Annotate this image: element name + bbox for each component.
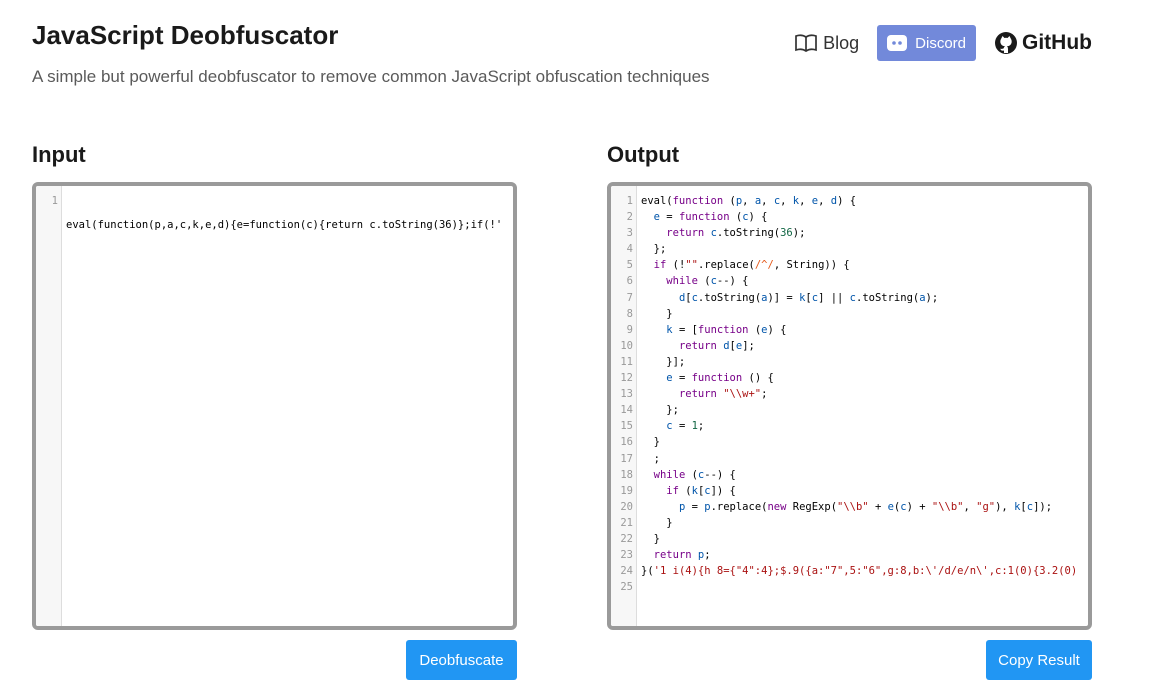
github-icon xyxy=(995,32,1018,54)
output-gutter: 1 2 3 4 5 6 7 8 9 10 11 12 13 14 15 16 17 18 19 20 21 22 23 24 2… xyxy=(611,186,637,626)
page-subtitle: A simple but powerful deobfuscator to re… xyxy=(32,67,710,86)
discord-icon xyxy=(887,35,908,51)
github-label: GitHub xyxy=(1022,31,1092,54)
line-number: 2 xyxy=(626,211,633,224)
line-number: 8 xyxy=(626,307,633,320)
line-number: 25 xyxy=(620,581,633,594)
line-number: 1 xyxy=(51,195,58,207)
output-code-line: } xyxy=(641,516,673,529)
line-number: 15 xyxy=(620,420,633,433)
line-number: 3 xyxy=(626,227,633,240)
line-number: 22 xyxy=(620,532,633,545)
output-editor[interactable]: 1 2 3 4 5 6 7 8 9 10 11 12 13 14 15 16 17 18 19 20 21 22 23 24 2… xyxy=(607,182,1092,630)
output-code-line: if (k[c]) { xyxy=(666,484,736,497)
input-gutter: 1 xyxy=(36,186,62,626)
line-number: 14 xyxy=(620,404,633,417)
output-code-line: ; xyxy=(641,452,660,465)
line-number: 21 xyxy=(620,516,633,529)
output-code-line: while (c--) { xyxy=(666,275,749,288)
line-number: 6 xyxy=(626,275,633,288)
output-code-line: } xyxy=(641,532,660,545)
output-code-line: }('1 i(4){h 8={"4":4};$.9({a:"7",5:"6",g… xyxy=(641,565,1078,578)
output-code-line: return d[e]; xyxy=(678,339,755,352)
input-code-line: eval(function(p,a,c,k,e,d){e=function(c)… xyxy=(66,219,503,231)
output-code-line xyxy=(641,579,1088,595)
output-code-line: d[c.toString(a)] = k[c] || c.toString(a)… xyxy=(678,291,939,304)
line-number: 20 xyxy=(620,500,633,513)
line-number: 7 xyxy=(626,291,633,304)
input-title: Input xyxy=(32,142,86,167)
book-icon xyxy=(795,34,817,52)
line-number: 16 xyxy=(620,436,633,449)
input-editor[interactable]: 1 eval(function(p,a,c,k,e,d){e=function(… xyxy=(32,182,517,630)
output-code-line: return "\\w+"; xyxy=(678,388,768,401)
output-code-line: k = [function (e) { xyxy=(666,323,787,336)
line-number: 17 xyxy=(620,452,633,465)
discord-button[interactable]: Discord xyxy=(877,25,977,61)
top-nav: Blog Discord GitHub xyxy=(795,25,1092,61)
output-code-line: e = function (c) { xyxy=(653,211,768,224)
line-number: 5 xyxy=(626,259,633,272)
output-code-line: return c.toString(36); xyxy=(666,227,806,240)
blog-label: Blog xyxy=(823,32,860,53)
copy-result-button[interactable]: Copy Result xyxy=(986,640,1092,680)
output-code-line: } xyxy=(641,307,673,320)
output-code-line: c = 1; xyxy=(666,420,705,433)
blog-link[interactable]: Blog xyxy=(795,33,859,54)
output-code-line: if (!"".replace(/^/, String)) { xyxy=(653,259,850,272)
deobfuscate-button[interactable]: Deobfuscate xyxy=(406,640,517,680)
output-code-line: p = p.replace(new RegExp("\\b" + e(c) + … xyxy=(678,500,1053,513)
input-code[interactable]: eval(function(p,a,c,k,e,d){e=function(c)… xyxy=(62,186,513,626)
output-code-line: while (c--) { xyxy=(653,468,736,481)
output-code-line: } xyxy=(641,436,660,449)
line-number: 18 xyxy=(620,468,633,481)
output-code-line: }; xyxy=(641,404,679,417)
output-code-line: }]; xyxy=(641,355,686,368)
github-link[interactable]: GitHub xyxy=(994,31,1092,55)
line-number: 10 xyxy=(620,339,633,352)
line-number: 9 xyxy=(626,323,633,336)
output-code-line: e = function () { xyxy=(666,372,774,385)
line-number: 13 xyxy=(620,388,633,401)
output-code-line: eval(function (p, a, c, k, e, d) { xyxy=(641,195,857,207)
output-code-line: return p; xyxy=(653,549,711,562)
line-number: 1 xyxy=(626,195,633,207)
discord-label: Discord xyxy=(915,34,967,52)
line-number: 12 xyxy=(620,372,633,385)
line-number: 11 xyxy=(620,355,633,368)
line-number: 23 xyxy=(620,549,633,562)
line-number: 24 xyxy=(620,565,633,578)
line-number: 19 xyxy=(620,484,633,497)
output-code-line: }; xyxy=(641,243,667,256)
output-code[interactable]: eval(function (p, a, c, k, e, d) { e = f… xyxy=(637,186,1088,626)
line-number: 4 xyxy=(626,243,633,256)
output-title: Output xyxy=(607,142,680,167)
page-title: JavaScript Deobfuscator xyxy=(32,20,339,50)
